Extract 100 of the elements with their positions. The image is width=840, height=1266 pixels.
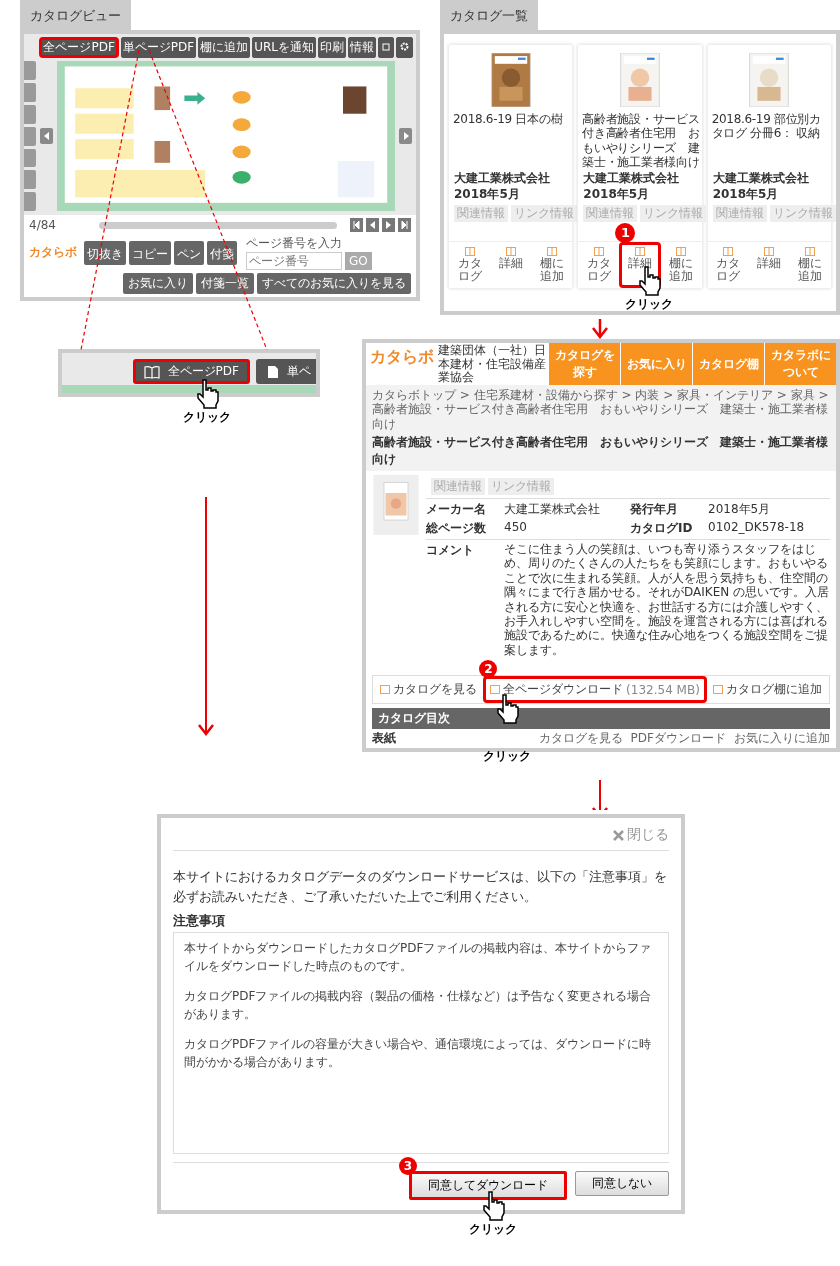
- action-icon: [723, 246, 734, 256]
- toolbar-button[interactable]: 単ページPDF: [120, 37, 197, 59]
- previous-page-button[interactable]: [366, 218, 379, 233]
- page-input-label: ページ番号を入力: [246, 235, 342, 253]
- toc-link[interactable]: PDFダウンロード: [630, 730, 726, 748]
- organization-name: 建築団体（一社）日本建材・住宅設備産業協会: [438, 343, 547, 385]
- toc-entry: 表紙: [372, 730, 397, 748]
- next-page-button[interactable]: [399, 128, 412, 145]
- note-text: 本サイトからダウンロードしたカタログPDFファイルの掲載内容は、本サイトからファイルをダウンロードした時点のものです。: [184, 940, 653, 976]
- tool-button[interactable]: コピー: [129, 240, 171, 265]
- arrow: [592, 780, 608, 811]
- action-icon: [546, 246, 557, 256]
- action-icon: [593, 246, 604, 256]
- field-value: 0102_DK578-18: [708, 520, 806, 537]
- sidebar-tab[interactable]: [24, 148, 36, 168]
- section-header: カタログ目次: [372, 708, 830, 730]
- action-icon: [464, 246, 475, 256]
- tag: 関連情報: [454, 204, 508, 222]
- tag: リンク情報: [640, 204, 707, 222]
- card-action-button[interactable]: 棚に追加: [531, 241, 573, 289]
- book-icon: [143, 364, 160, 379]
- sidebar-tab[interactable]: [24, 126, 36, 146]
- toolbar-button[interactable]: 情報: [348, 37, 376, 59]
- card-action-button[interactable]: カタログ: [449, 241, 491, 289]
- maker-name: 大建工業株式会社: [711, 169, 810, 186]
- notes-heading: 注意事項: [173, 912, 226, 931]
- field-value: 2018年5月: [708, 501, 772, 519]
- step-badge: 2: [479, 660, 498, 679]
- favorite-button[interactable]: 付箋一覧: [196, 273, 254, 295]
- dialog-button[interactable]: 同意しない: [575, 1171, 669, 1197]
- tag: 関連情報: [431, 478, 485, 496]
- catalog-title: 2018.6-19 日本の樹: [452, 112, 564, 128]
- settings-icon[interactable]: [396, 37, 413, 59]
- left-triangle-icon: [42, 131, 51, 142]
- toc-link[interactable]: お気に入りに追加: [734, 730, 830, 748]
- right-triangle-icon: [385, 221, 392, 230]
- sidebar-tab[interactable]: [24, 192, 36, 212]
- action-icon: [490, 685, 501, 695]
- hand-cursor-icon: [194, 379, 219, 410]
- detail-action-button[interactable]: 全ページダウンロード (132.54 MB): [483, 676, 707, 704]
- tool-button[interactable]: 付箋: [207, 240, 237, 265]
- page-number-field[interactable]: ページ番号: [246, 252, 342, 271]
- page-icon: [267, 364, 279, 379]
- maker-name: 大建工業株式会社: [582, 169, 681, 186]
- tool-button[interactable]: ペン: [174, 240, 204, 265]
- arrow: [592, 319, 608, 340]
- first-page-button[interactable]: [350, 218, 363, 233]
- action-icon: [505, 246, 516, 256]
- card-action-button[interactable]: 棚に追加: [660, 241, 702, 289]
- card-action-button[interactable]: カタログ: [578, 241, 620, 289]
- publish-date: 2018年5月: [453, 185, 521, 202]
- right-triangle-icon: [401, 131, 410, 142]
- toolbar-button[interactable]: 印刷: [318, 37, 346, 59]
- hand-cursor-icon: [481, 1191, 505, 1222]
- catalog-title: 高齢者施設・サービス付き高齢者住宅用 おもいやりシリーズ 建築士・施工業者様向け: [581, 112, 701, 170]
- tag: 関連情報: [583, 204, 638, 222]
- action-icon: [635, 246, 645, 256]
- last-page-button[interactable]: [398, 218, 411, 233]
- previous-page-button[interactable]: [40, 128, 53, 145]
- sidebar-tab[interactable]: [24, 104, 36, 124]
- tag: リンク情報: [511, 204, 577, 222]
- close-icon: [613, 829, 624, 841]
- tag: リンク情報: [488, 478, 554, 496]
- left-triangle-icon: [369, 221, 376, 230]
- catalog-title: 2018.6-19 部位別カタログ 分冊6： 収納: [710, 112, 822, 143]
- logo: カタらボ: [369, 346, 435, 369]
- favorite-button[interactable]: お気に入り: [123, 273, 193, 295]
- action-icon: [713, 685, 724, 695]
- publish-date: 2018年5月: [582, 185, 651, 202]
- tool-button[interactable]: 切抜き: [84, 240, 126, 265]
- field-label: 発行年月: [630, 501, 679, 519]
- favorite-button[interactable]: すべてのお気に入りを見る: [257, 273, 411, 295]
- click-label: クリック: [625, 295, 674, 313]
- sidebar-tab[interactable]: [24, 170, 36, 190]
- dialog-button[interactable]: 同意してダウンロード: [409, 1171, 567, 1201]
- step-badge: 1: [615, 222, 636, 243]
- field-label: コメント: [426, 542, 475, 560]
- sidebar-tab[interactable]: [24, 61, 36, 81]
- intro-text: 本サイトにおけるカタログデータのダウンロードサービスは、以下の「注意事項」を必ずお読みいただき、ご了承いただいた上でご利用ください。: [173, 868, 668, 906]
- pdf-button[interactable]: 全ページPDF: [132, 359, 250, 385]
- fullscreen-icon[interactable]: [378, 37, 394, 59]
- page-indicator: 4/84: [29, 218, 56, 233]
- pdf-button[interactable]: 単ペ: [256, 359, 316, 385]
- toolbar-button[interactable]: 棚に追加: [198, 37, 251, 59]
- field-value: 450: [504, 520, 528, 537]
- toolbar-button[interactable]: 全ページPDF: [39, 37, 119, 59]
- toolbar-button[interactable]: URLを通知: [252, 37, 316, 59]
- card-action-button[interactable]: 棚に追加: [789, 241, 831, 289]
- section-label: カタログ一覧: [440, 0, 538, 30]
- hand-cursor-icon: [495, 694, 520, 725]
- toc-link[interactable]: カタログを見る: [538, 730, 623, 748]
- click-label: クリック: [469, 1221, 517, 1239]
- comment-text: そこに住まう人の笑顔は、いつも寄り添うスタッフをはじめ、周りのたくさんの人たちをも笑顔にします。おもいやることで次に生まれる笑顔。人が人を思う気持ちも、住空間の隅々にまで行き届かせる。それがDAIKEN の思いです。入居される方に安心と快適を、お世話する方には介護しやすく、お手入れしやすい空間を。施設を運営される方には喜ばれる施設であるために。快適な住み心地をつくる施設空間をご提案します。: [504, 542, 830, 658]
- card-action-button[interactable]: カタログ: [707, 241, 749, 289]
- publish-date: 2018年5月: [711, 185, 780, 202]
- field-label: 総ページ数: [426, 520, 487, 538]
- first-page-icon: [353, 221, 360, 230]
- click-label: クリック: [483, 748, 532, 766]
- next-page-button[interactable]: [382, 218, 395, 233]
- note-text: カタログPDFファイルの容量が大きい場合や、通信環境によっては、ダウンロードに時間がかかる場合があります。: [184, 1036, 653, 1072]
